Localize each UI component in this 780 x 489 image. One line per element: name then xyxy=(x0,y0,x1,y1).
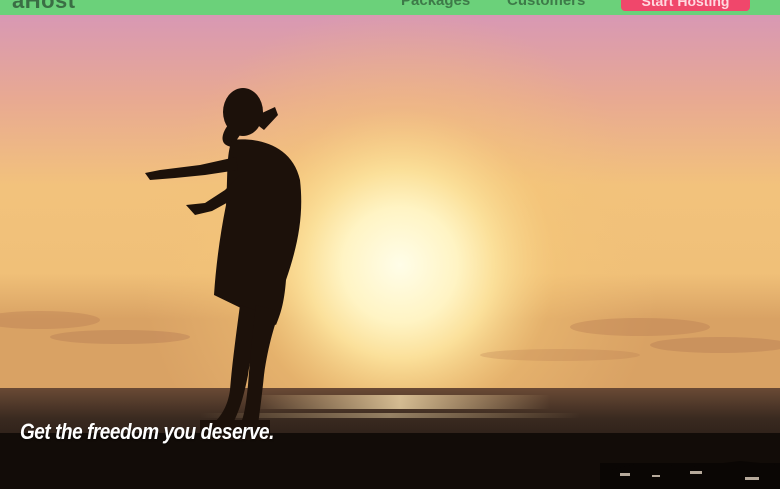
top-navbar: aHost Packages Customers Start Hosting xyxy=(0,0,780,15)
nav-link-packages[interactable]: Packages xyxy=(401,0,470,9)
start-hosting-button[interactable]: Start Hosting xyxy=(621,0,750,11)
nav-link-customers[interactable]: Customers xyxy=(507,0,585,9)
hero-image xyxy=(0,15,780,489)
hero-tagline: Get the freedom you deserve. xyxy=(20,419,274,444)
logo[interactable]: aHost xyxy=(12,0,76,14)
hero-section xyxy=(0,15,780,489)
